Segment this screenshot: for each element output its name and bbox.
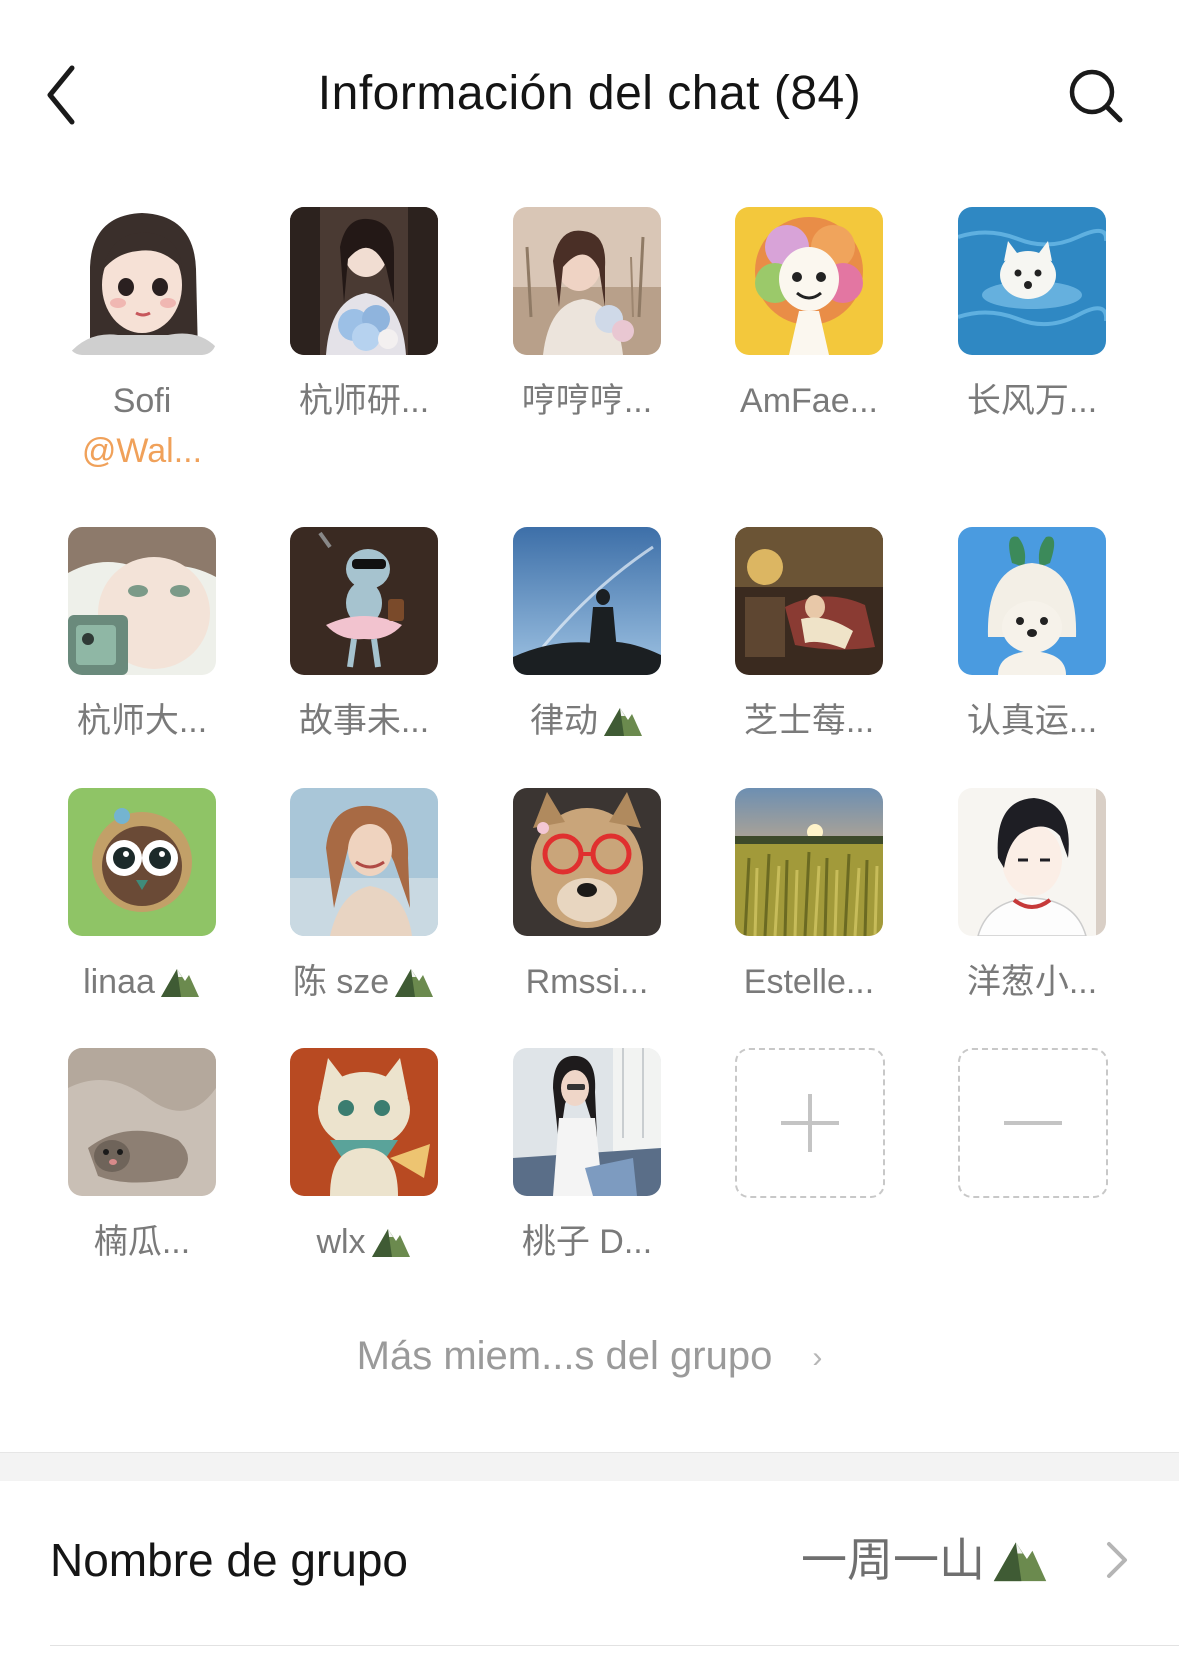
- avatar: [290, 207, 438, 355]
- avatar: [513, 1048, 661, 1196]
- woman-sunlight-photo-icon: [290, 788, 438, 936]
- curly-hair-cartoon-icon: [735, 207, 883, 355]
- cartoon-cat-scarf-icon: [290, 1048, 438, 1196]
- dancing-bird-figure-icon: [290, 527, 438, 675]
- member-name-text: wlx: [316, 1223, 366, 1261]
- member-name-text: 陈 sze: [292, 963, 390, 1001]
- member-name-text: 律动: [530, 702, 598, 740]
- member-name: 洋葱小...: [966, 963, 1098, 1001]
- section-divider: [0, 1452, 1179, 1481]
- minus-icon: [1004, 1121, 1062, 1125]
- member-mention: @Wal...: [81, 432, 203, 470]
- avatar: [68, 1048, 216, 1196]
- anime-boy-avatar-icon: [958, 788, 1106, 936]
- avatar: [68, 527, 216, 675]
- owl-cartoon-icon: [68, 788, 216, 936]
- cat-blanket-photo-icon: [68, 1048, 216, 1196]
- sky-silhouette-photo-icon: [513, 527, 661, 675]
- girl-field-photo-icon: [513, 207, 661, 355]
- dog-red-glasses-icon: [513, 788, 661, 936]
- avatar: [513, 527, 661, 675]
- avatar: [958, 788, 1106, 936]
- row-divider: [50, 1645, 1179, 1646]
- group-name-text: 一周一山: [801, 1534, 985, 1586]
- more-members-link[interactable]: Más miem...s del grupo ›: [0, 1328, 1179, 1386]
- remove-member-box: [958, 1048, 1108, 1198]
- mountain-icon: [393, 963, 435, 1010]
- member-name: 桃子 D...: [521, 1223, 653, 1261]
- member-grid: Sofi @Wal... 杭师研... 哼哼哼... AmFae... 长风万.…: [0, 0, 1179, 1300]
- rice-field-sunset-icon: [735, 788, 883, 936]
- dog-swimming-photo-icon: [958, 207, 1106, 355]
- mountain-icon: [370, 1223, 412, 1270]
- avatar: [513, 788, 661, 936]
- girl-flowers-photo-icon: [290, 207, 438, 355]
- avatar: [513, 207, 661, 355]
- group-name-row[interactable]: Nombre de grupo 一周一山: [0, 1480, 1179, 1646]
- avatar: [290, 1048, 438, 1196]
- group-name-value: 一周一山: [801, 1530, 1049, 1598]
- mountain-icon: [159, 963, 201, 1010]
- avatar: [68, 207, 216, 355]
- plus-icon: [781, 1094, 839, 1152]
- woman-sofa-photo-icon: [513, 1048, 661, 1196]
- dog-bunny-hat-icon: [958, 527, 1106, 675]
- girl-cartoon-avatar-icon: [68, 207, 216, 355]
- add-member-box: [735, 1048, 885, 1198]
- avatar: [735, 788, 883, 936]
- avatar: [958, 207, 1106, 355]
- member-name: 认真运...: [966, 702, 1098, 740]
- mountain-icon: [602, 702, 644, 749]
- chevron-right-icon: [1107, 1542, 1127, 1578]
- vintage-painting-icon: [735, 527, 883, 675]
- avatar: [68, 788, 216, 936]
- avatar: [735, 527, 883, 675]
- chevron-right-icon: ›: [812, 1341, 823, 1374]
- avatar: [290, 788, 438, 936]
- group-name-label: Nombre de grupo: [50, 1534, 408, 1586]
- more-members-label: Más miem...s del grupo: [356, 1334, 773, 1378]
- member-name: 长风万...: [966, 382, 1098, 420]
- sketch-boy-avatar-icon: [68, 527, 216, 675]
- member-name-text: linaa: [83, 963, 155, 1001]
- avatar: [958, 527, 1106, 675]
- mountain-icon: [991, 1534, 1049, 1598]
- avatar: [735, 207, 883, 355]
- avatar: [290, 527, 438, 675]
